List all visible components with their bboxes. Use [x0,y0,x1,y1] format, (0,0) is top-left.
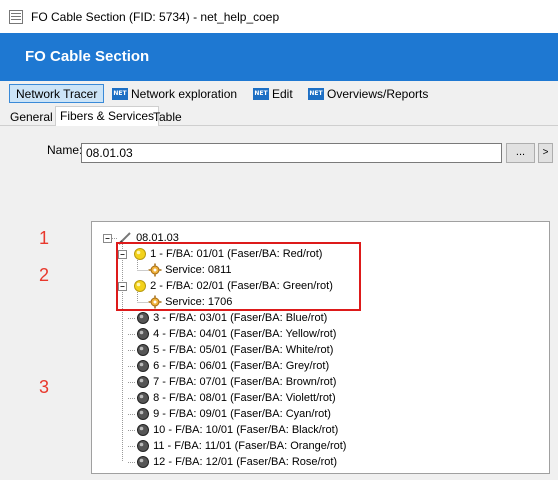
toolbar: Network Tracer NET Network exploration N… [0,82,558,105]
fiber-inactive-icon [137,440,149,453]
tree-node-fiber-5[interactable]: 5 - F/BA: 05/01 (Faser/BA: White/rot) [136,342,333,358]
tree-node-fiber-4[interactable]: 4 - F/BA: 04/01 (Faser/BA: Yellow/rot) [136,326,336,342]
net-icon: NET [253,87,269,100]
tree-node-label: 8 - F/BA: 08/01 (Faser/BA: Violett/rot) [153,392,336,404]
fiber-inactive-icon [137,424,149,437]
network-tracer-label: Network Tracer [16,86,98,101]
tab-general[interactable]: General [5,108,58,126]
network-tracer-button[interactable]: Network Tracer [9,84,105,103]
annotation-marker-2: 2 [39,265,50,285]
browse-button[interactable]: ... [506,143,535,163]
next-button[interactable]: > [538,143,553,163]
window-app-icon [9,9,23,24]
fiber-inactive-icon [137,456,149,469]
tree-node-label: 11 - F/BA: 11/01 (Faser/BA: Orange/rot) [153,440,347,452]
tree-node-fiber-10[interactable]: 10 - F/BA: 10/01 (Faser/BA: Black/rot) [136,422,338,438]
tree-node-fiber-6[interactable]: 6 - F/BA: 06/01 (Faser/BA: Grey/rot) [136,358,329,374]
name-label: Name: [47,143,83,157]
fiber-inactive-icon [137,360,149,373]
tree-node-label: 10 - F/BA: 10/01 (Faser/BA: Black/rot) [153,424,339,436]
net-icon: NET [112,87,128,100]
root-collapse-toggle[interactable] [103,234,112,243]
tab-fibers-services[interactable]: Fibers & Services [55,106,160,127]
network-exploration-label: Network exploration [131,86,238,101]
net-icon: NET [308,87,324,100]
fiber-inactive-icon [137,408,149,421]
annotation-marker-1: 1 [39,228,50,248]
tree-node-label: 6 - F/BA: 06/01 (Faser/BA: Grey/rot) [153,360,330,372]
fiber-inactive-icon [137,376,149,389]
edit-label: Edit [272,86,293,101]
tree-node-label: 5 - F/BA: 05/01 (Faser/BA: White/rot) [153,344,334,356]
annotation-marker-3: 3 [39,377,50,397]
tree-node-label: 9 - F/BA: 09/01 (Faser/BA: Cyan/rot) [153,408,331,420]
overviews-reports-label: Overviews/Reports [327,86,429,101]
tree-node-label: 4 - F/BA: 04/01 (Faser/BA: Yellow/rot) [153,328,337,340]
tab-strip: General Fibers & Services Table [0,106,558,127]
tree-node-fiber-11[interactable]: 11 - F/BA: 11/01 (Faser/BA: Orange/rot) [136,438,346,454]
fiber-inactive-icon [137,328,149,341]
tree-node-fiber-9[interactable]: 9 - F/BA: 09/01 (Faser/BA: Cyan/rot) [136,406,331,422]
title-bar: FO Cable Section (FID: 5734) - net_help_… [0,0,558,33]
page-title: FO Cable Section [25,48,150,65]
name-input[interactable] [81,143,502,163]
fiber-inactive-icon [137,392,149,405]
tree-node-label: 3 - F/BA: 03/01 (Faser/BA: Blue/rot) [153,312,328,324]
fiber-inactive-icon [137,344,149,357]
tree-node-label: 7 - F/BA: 07/01 (Faser/BA: Brown/rot) [153,376,337,388]
tree-node-label: 12 - F/BA: 12/01 (Faser/BA: Rose/rot) [153,456,338,468]
highlight-box [116,242,361,311]
tab-table[interactable]: Table [148,108,187,126]
tree-node-fiber-8[interactable]: 8 - F/BA: 08/01 (Faser/BA: Violett/rot) [136,390,336,406]
overviews-reports-button[interactable]: NET Overviews/Reports [308,84,428,103]
header-banner: FO Cable Section [0,33,558,81]
fiber-inactive-icon [137,312,149,325]
tree-node-fiber-7[interactable]: 7 - F/BA: 07/01 (Faser/BA: Brown/rot) [136,374,336,390]
tree-node-fiber-3[interactable]: 3 - F/BA: 03/01 (Faser/BA: Blue/rot) [136,310,327,326]
network-exploration-button[interactable]: NET Network exploration [112,84,237,103]
tree-node-fiber-12[interactable]: 12 - F/BA: 12/01 (Faser/BA: Rose/rot) [136,454,337,470]
edit-button[interactable]: NET Edit [253,84,293,103]
window-title: FO Cable Section (FID: 5734) - net_help_… [31,9,280,24]
